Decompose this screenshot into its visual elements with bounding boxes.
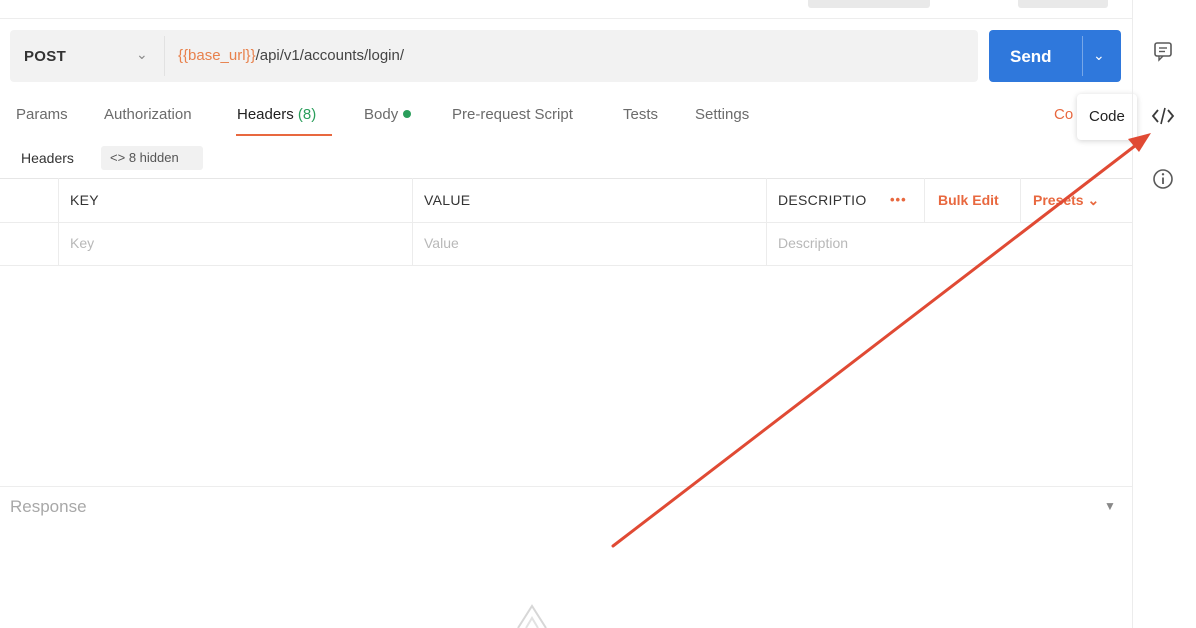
top-toolbar-strip	[0, 0, 1132, 19]
right-rail-border	[1132, 0, 1133, 628]
column-header-value: VALUE	[424, 192, 471, 208]
headers-section-title: Headers	[21, 150, 74, 166]
annotation-arrow	[611, 133, 1151, 548]
top-toolbar-button[interactable]	[1018, 0, 1108, 8]
headers-count-badge: (8)	[297, 106, 317, 123]
hidden-headers-label: <> 8 hidden	[110, 150, 179, 165]
value-input[interactable]: Value	[424, 235, 459, 251]
tab-headers[interactable]: Headers (8)	[237, 106, 316, 123]
body-status-dot	[403, 110, 412, 118]
collapse-response-icon[interactable]: ▼	[1104, 499, 1116, 513]
table-border	[0, 178, 1132, 179]
tab-body[interactable]: Body	[364, 106, 412, 123]
top-toolbar-button[interactable]	[808, 0, 930, 8]
url-variable: {{base_url}}	[178, 47, 256, 64]
key-input[interactable]: Key	[70, 235, 94, 251]
request-url-bar	[10, 30, 978, 82]
column-divider	[766, 178, 767, 266]
tab-body-label: Body	[364, 106, 399, 123]
info-icon[interactable]	[1150, 166, 1176, 192]
tab-authorization[interactable]: Authorization	[104, 106, 192, 123]
cookies-link[interactable]: Co	[1054, 106, 1073, 123]
column-divider	[412, 178, 413, 266]
bulk-edit-button[interactable]: Bulk Edit	[938, 192, 999, 208]
response-title: Response	[10, 497, 87, 516]
tab-headers-label: Headers	[237, 106, 294, 123]
active-tab-indicator	[236, 134, 332, 136]
tab-settings[interactable]: Settings	[695, 106, 749, 123]
send-options-chevron-icon[interactable]: ⌄	[1093, 47, 1105, 64]
divider	[1082, 36, 1083, 76]
column-divider	[58, 178, 59, 266]
more-options-icon[interactable]: •••	[890, 192, 907, 207]
presets-dropdown[interactable]: Presets ⌄	[1033, 192, 1099, 209]
divider	[164, 36, 165, 76]
chevron-down-icon[interactable]: ⌄	[136, 46, 148, 63]
column-divider	[1020, 178, 1021, 222]
column-header-description: DESCRIPTIO	[778, 192, 867, 208]
description-input[interactable]: Description	[778, 235, 848, 251]
response-divider	[0, 486, 1132, 487]
code-icon[interactable]	[1150, 103, 1176, 129]
column-header-key: KEY	[70, 192, 99, 208]
chevron-down-icon: ⌄	[1087, 192, 1100, 208]
code-tooltip-label: Code	[1089, 108, 1125, 125]
url-input[interactable]: {{base_url}}/api/v1/accounts/login/	[178, 47, 404, 64]
comment-icon[interactable]	[1150, 38, 1176, 64]
table-border	[0, 222, 1132, 223]
eye-code-icon: <>	[110, 150, 126, 165]
hidden-headers-count: 8 hidden	[128, 150, 179, 165]
url-path: /api/v1/accounts/login/	[255, 47, 405, 64]
tab-params[interactable]: Params	[16, 106, 68, 123]
empty-state-illustration-icon	[517, 604, 547, 628]
presets-label: Presets	[1033, 192, 1084, 208]
table-border	[0, 265, 1132, 266]
column-divider	[924, 178, 925, 222]
method-select[interactable]: POST	[24, 48, 66, 65]
tab-tests[interactable]: Tests	[623, 106, 658, 123]
send-button-label: Send	[1010, 47, 1052, 66]
tab-pre-request-script[interactable]: Pre-request Script	[452, 106, 573, 123]
